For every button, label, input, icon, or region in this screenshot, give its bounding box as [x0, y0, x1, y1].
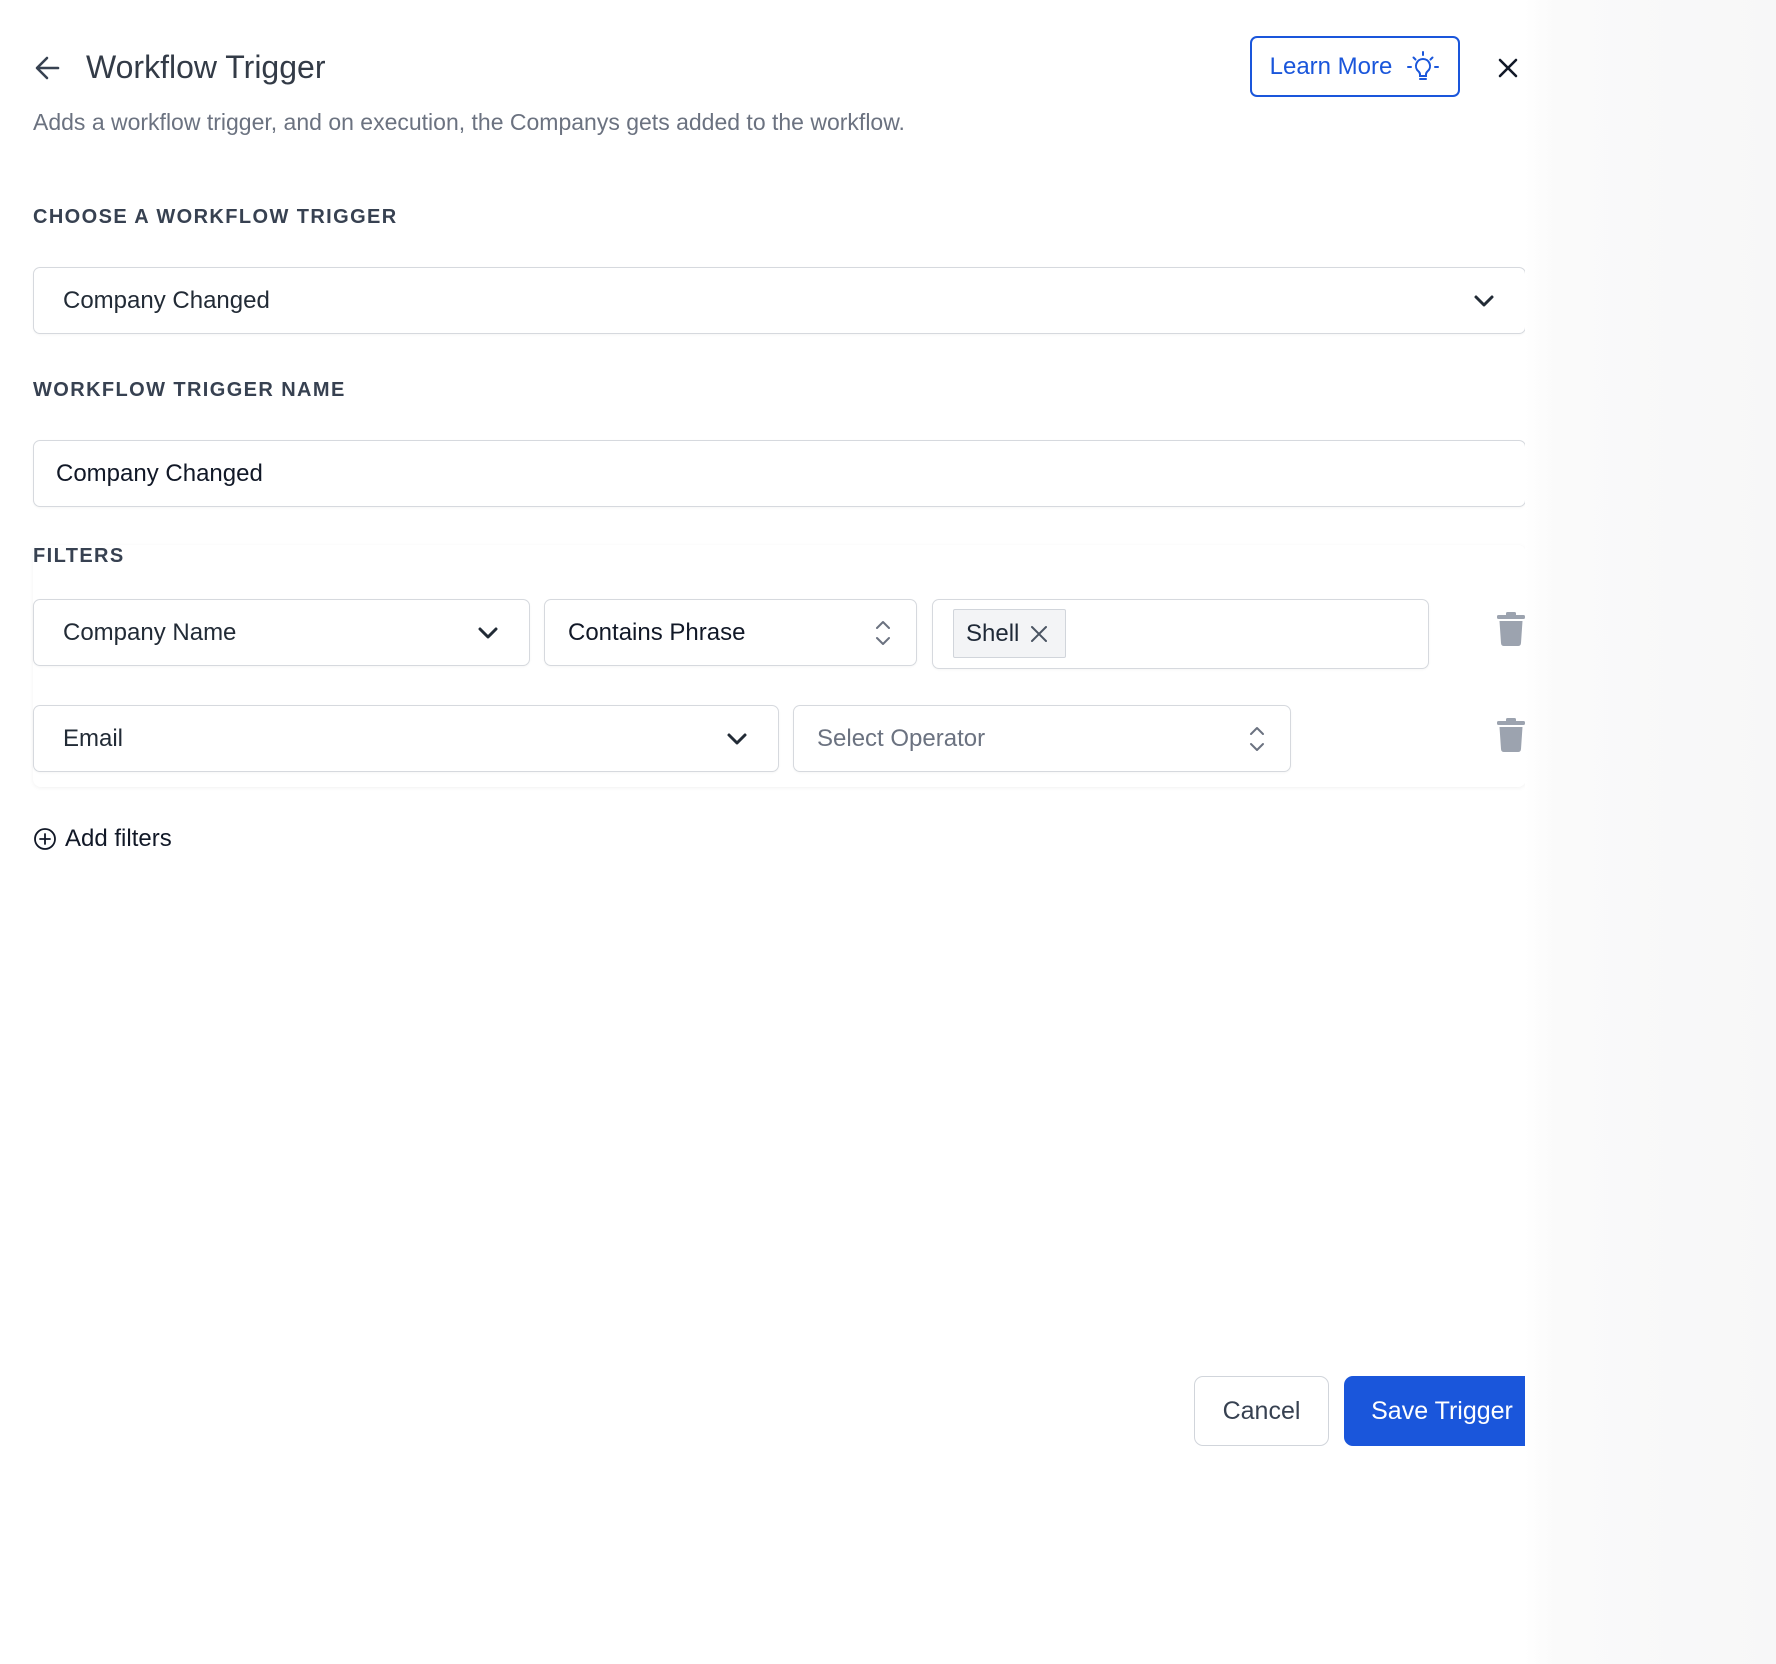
learn-more-button[interactable]: Learn More [1250, 36, 1460, 97]
filter-1-operator-value: Contains Phrase [568, 618, 746, 646]
add-filters-label: Add filters [65, 825, 172, 852]
lightbulb-icon [1407, 50, 1440, 80]
close-button[interactable] [1492, 52, 1524, 84]
learn-more-label: Learn More [1269, 52, 1393, 80]
trigger-name-label: WORKFLOW TRIGGER NAME [33, 379, 346, 401]
filter-2-field-select[interactable]: Email [33, 705, 779, 772]
workflow-trigger-panel: Workflow Trigger Adds a workflow trigger… [0, 0, 1568, 1664]
filter-2-field-value: Email [63, 724, 124, 752]
cancel-button[interactable]: Cancel [1194, 1376, 1329, 1446]
filter-1-field-select[interactable]: Company Name [33, 599, 530, 666]
value-tag-label: Shell [966, 619, 1020, 647]
arrow-left-icon [35, 56, 60, 80]
add-filters-button[interactable]: Add filters [33, 825, 172, 853]
trigger-name-value: Company Changed [56, 459, 263, 487]
background-overlay [1525, 0, 1776, 1664]
filter-1-field-value: Company Name [63, 618, 237, 646]
remove-tag-icon[interactable] [1029, 624, 1049, 644]
close-icon [1498, 58, 1518, 78]
filter-2-operator-select[interactable]: Select Operator [793, 705, 1291, 772]
chevron-down-icon [1474, 295, 1494, 306]
chevron-down-icon [478, 627, 498, 638]
sort-updown-icon [876, 620, 890, 645]
chevron-down-icon [727, 733, 747, 744]
delete-filter-2-icon[interactable] [1497, 718, 1525, 752]
sort-updown-icon [1250, 726, 1264, 751]
delete-filter-1-icon[interactable] [1497, 612, 1525, 646]
filter-1-operator-select[interactable]: Contains Phrase [544, 599, 917, 666]
page-subtitle: Adds a workflow trigger, and on executio… [33, 109, 905, 135]
back-button[interactable] [30, 50, 66, 86]
filter-2-operator-placeholder: Select Operator [817, 724, 986, 752]
trigger-select-label: CHOOSE A WORKFLOW TRIGGER [33, 206, 398, 228]
page-title: Workflow Trigger [86, 49, 326, 85]
plus-circle-icon [34, 828, 56, 850]
trigger-select-value: Company Changed [63, 286, 270, 314]
trigger-name-input[interactable]: Company Changed [33, 440, 1526, 507]
value-tag: Shell [953, 609, 1066, 658]
save-trigger-button[interactable]: Save Trigger [1344, 1376, 1540, 1446]
trigger-select[interactable]: Company Changed [33, 267, 1526, 334]
